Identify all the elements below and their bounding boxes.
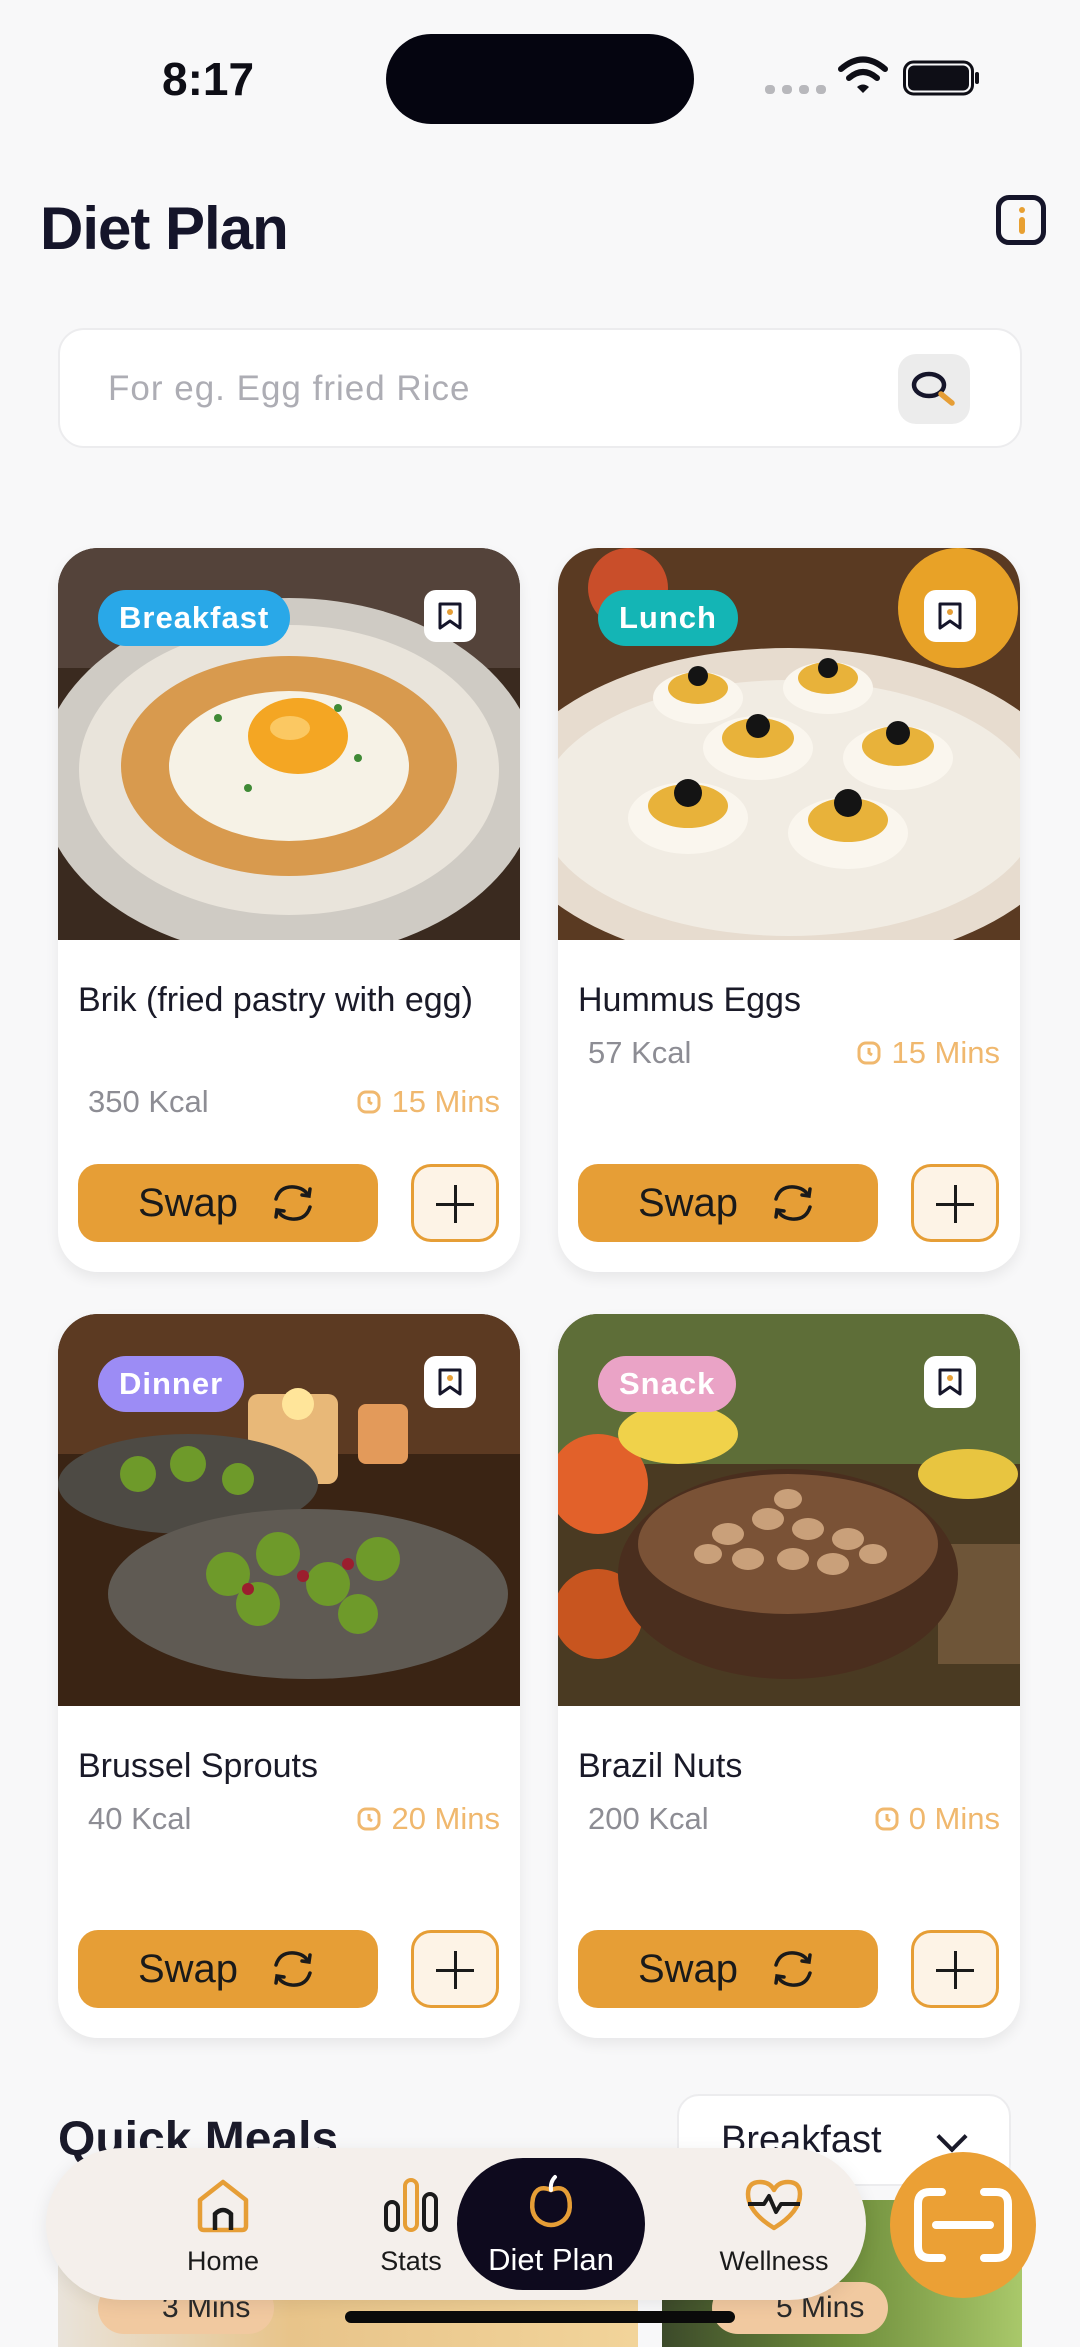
meal-card-dinner[interactable]: Dinner Brussel Sprouts 40 Kcal 20 Mins S… [58, 1314, 520, 2038]
scan-button[interactable] [890, 2152, 1036, 2298]
nav-item-home[interactable]: Home [138, 2148, 308, 2300]
swap-icon [274, 1185, 312, 1221]
meal-name: Hummus Eggs [578, 981, 801, 1019]
meal-time: 20 Mins [357, 1801, 500, 1837]
swap-icon [774, 1951, 812, 1987]
info-icon [1019, 207, 1025, 213]
nav-label: Home [186, 2246, 260, 2276]
meal-type-tag: Snack [598, 1356, 737, 1412]
meal-time: 15 Mins [857, 1035, 1000, 1071]
status-time: 8:17 [162, 53, 255, 105]
swap-button[interactable]: Swap [578, 1930, 878, 2008]
meal-calories: 200 Kcal [588, 1801, 709, 1836]
meal-calories: 40 Kcal [88, 1801, 192, 1836]
scan-icon [914, 2188, 1012, 2262]
swap-icon [774, 1185, 812, 1221]
cellular-signal-icon [765, 85, 826, 94]
swap-button[interactable]: Swap [78, 1164, 378, 1242]
swap-button[interactable]: Swap [578, 1164, 878, 1242]
nav-label: Diet Plan [488, 2242, 614, 2277]
bookmark-button[interactable] [424, 590, 476, 642]
swap-icon [274, 1951, 312, 1987]
meal-card-lunch[interactable]: Lunch Hummus Eggs 57 Kcal 15 Mins Swap [558, 548, 1020, 1272]
battery-icon [903, 60, 979, 96]
info-button[interactable] [996, 195, 1046, 245]
add-meal-button[interactable] [411, 1164, 499, 1242]
nav-item-diet-plan[interactable]: Diet Plan [457, 2158, 645, 2290]
clock-icon [357, 1090, 381, 1114]
heart-pulse-icon [745, 2179, 803, 2231]
search-icon [911, 371, 955, 406]
page-title: Diet Plan [40, 195, 289, 262]
bookmark-icon [438, 1368, 462, 1396]
home-icon [197, 2179, 249, 2233]
meal-name: Brik (fried pastry with egg) [78, 981, 473, 1019]
apple-icon [530, 2175, 572, 2228]
wifi-icon [838, 56, 888, 93]
meal-calories: 57 Kcal [588, 1035, 692, 1070]
meal-time: 0 Mins [875, 1801, 1000, 1837]
meal-name: Brussel Sprouts [78, 1747, 318, 1785]
meal-card-snack[interactable]: Snack Brazil Nuts 200 Kcal 0 Mins Swap [558, 1314, 1020, 2038]
bookmark-icon [938, 1368, 962, 1396]
chevron-down-icon [936, 2121, 968, 2153]
add-meal-button[interactable] [411, 1930, 499, 2008]
search-button[interactable] [898, 354, 970, 424]
bookmark-icon [938, 602, 962, 630]
meal-card-breakfast[interactable]: Breakfast Brik (fried pastry with egg) 3… [58, 548, 520, 1272]
nav-item-wellness[interactable]: Wellness [689, 2148, 859, 2300]
meal-time: 15 Mins [357, 1084, 500, 1120]
meal-name: Brazil Nuts [578, 1747, 743, 1785]
meal-calories: 350 Kcal [88, 1084, 209, 1119]
clock-icon [857, 1041, 881, 1065]
add-meal-button[interactable] [911, 1930, 999, 2008]
search-input[interactable] [108, 356, 888, 422]
add-meal-button[interactable] [911, 1164, 999, 1242]
meal-type-tag: Dinner [98, 1356, 245, 1412]
home-indicator [345, 2311, 735, 2323]
clock-icon [875, 1807, 899, 1831]
stats-icon [384, 2178, 438, 2232]
dynamic-island [386, 34, 694, 124]
meal-type-tag: Breakfast [98, 590, 291, 646]
nav-label: Wellness [719, 2246, 829, 2276]
search-bar [58, 328, 1022, 448]
bookmark-button[interactable] [924, 1356, 976, 1408]
bookmark-icon [438, 602, 462, 630]
bookmark-button[interactable] [424, 1356, 476, 1408]
status-bar: 8:17 [0, 0, 1080, 150]
bottom-nav: Home Stats Diet Plan Wellness [46, 2148, 866, 2300]
meal-type-tag: Lunch [598, 590, 738, 646]
swap-button[interactable]: Swap [78, 1930, 378, 2008]
clock-icon [357, 1807, 381, 1831]
bookmark-button[interactable] [924, 590, 976, 642]
